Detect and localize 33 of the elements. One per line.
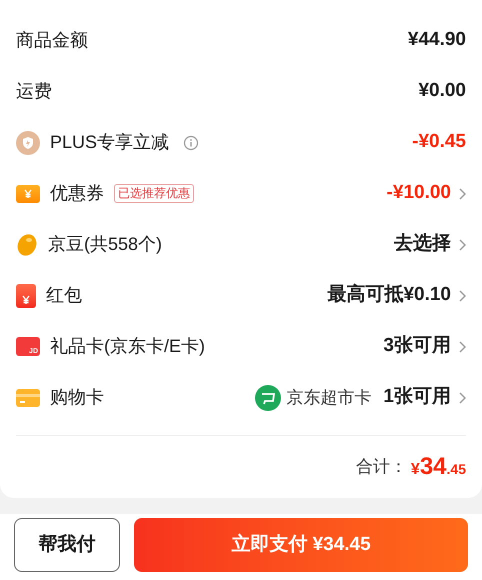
- envelope-icon: [16, 284, 36, 308]
- row-value[interactable]: 1张可用: [383, 383, 451, 412]
- card-icon: [16, 388, 40, 406]
- row-label: 京豆(共558个): [48, 233, 162, 256]
- store-icon: [255, 384, 282, 410]
- row-value[interactable]: 去选择: [394, 230, 451, 259]
- help-me-pay-button[interactable]: 帮我付: [14, 518, 120, 572]
- chevron-right-icon[interactable]: [459, 290, 466, 302]
- row-value: ¥0.00: [418, 79, 466, 104]
- row-label: PLUS专享立减: [50, 131, 170, 154]
- row-label: 商品金额: [16, 29, 88, 52]
- card-name: 京东超市卡: [286, 386, 372, 409]
- chevron-right-icon[interactable]: [459, 340, 466, 352]
- row-value[interactable]: 最高可抵¥0.10: [327, 281, 451, 310]
- chevron-right-icon[interactable]: [459, 392, 466, 404]
- row-label: 购物卡: [50, 386, 104, 409]
- bean-icon: [16, 232, 38, 256]
- row-value: ¥44.90: [408, 28, 466, 52]
- total-amount: ¥34.45: [410, 452, 466, 482]
- row-value[interactable]: 3张可用: [383, 332, 451, 361]
- total-label: 合计：: [356, 456, 407, 478]
- row-label: 运费: [16, 80, 52, 103]
- coupon-icon: [16, 184, 40, 202]
- row-label: 红包: [46, 284, 82, 307]
- row-value[interactable]: -¥10.00: [386, 179, 451, 208]
- recommended-tag: 已选推荐优惠: [114, 184, 194, 203]
- info-icon[interactable]: [183, 134, 200, 150]
- row-label: 优惠券: [50, 182, 104, 205]
- chevron-right-icon[interactable]: [459, 238, 466, 250]
- shield-icon: [16, 130, 40, 154]
- chevron-right-icon[interactable]: [459, 188, 466, 200]
- row-value: -¥0.45: [412, 130, 466, 154]
- row-label: 礼品卡(京东卡/E卡): [50, 335, 205, 358]
